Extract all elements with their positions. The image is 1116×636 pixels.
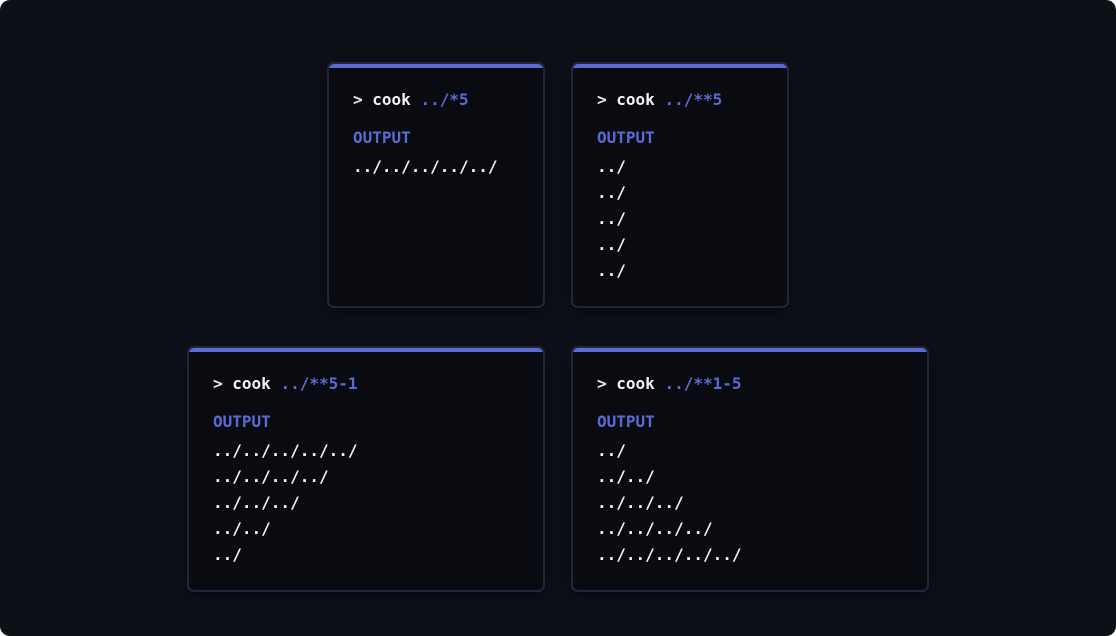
output-line: ../../../../ [597,519,713,538]
terminal-card: > cook ../*5 OUTPUT ../../../../../ [327,62,545,308]
output-line: ../../../../../ [213,441,358,460]
output-line: ../ [597,441,626,460]
command-argument: ../*5 [420,90,469,109]
output-label: OUTPUT [213,412,271,431]
terminal-card: > cook ../**1-5 OUTPUT ../ ../../ ../../… [571,346,929,592]
output-line: ../../ [213,519,271,538]
output-line: ../ [597,235,626,254]
command-argument: ../**5-1 [280,374,358,393]
output-line: ../ [597,157,626,176]
command-name: cook [616,374,655,393]
command-line: > cook ../**5 [597,90,771,110]
card-accent-bar [573,64,787,68]
terminal-examples-canvas: > cook ../*5 OUTPUT ../../../../../ > co… [0,0,1116,636]
output-line: ../../../../../ [597,545,742,564]
card-accent-bar [573,348,927,352]
command-name: cook [372,90,411,109]
card-accent-bar [189,348,543,352]
output-line: ../../../../../ [353,157,498,176]
output-lines: ../../../../../ ../../../../ ../../../ .… [213,438,527,568]
output-lines: ../ ../../ ../../../ ../../../../ ../../… [597,438,911,568]
prompt-chevron: > [597,374,607,393]
prompt-chevron: > [353,90,363,109]
command-name: cook [616,90,655,109]
output-label: OUTPUT [353,128,411,147]
output-line: ../../../ [213,493,300,512]
output-lines: ../ ../ ../ ../ ../ [597,154,771,284]
terminal-card: > cook ../**5-1 OUTPUT ../../../../../ .… [187,346,545,592]
command-name: cook [232,374,271,393]
command-line: > cook ../**1-5 [597,374,911,394]
command-argument: ../**1-5 [664,374,742,393]
output-line: ../../ [597,467,655,486]
command-line: > cook ../*5 [353,90,527,110]
command-argument: ../**5 [664,90,723,109]
output-label: OUTPUT [597,412,655,431]
output-lines: ../../../../../ [353,154,527,180]
card-accent-bar [329,64,543,68]
output-line: ../ [597,209,626,228]
output-line: ../ [597,183,626,202]
terminal-card: > cook ../**5 OUTPUT ../ ../ ../ ../ ../ [571,62,789,308]
output-line: ../ [213,545,242,564]
prompt-chevron: > [597,90,607,109]
prompt-chevron: > [213,374,223,393]
output-line: ../ [597,261,626,280]
command-line: > cook ../**5-1 [213,374,527,394]
output-line: ../../../ [597,493,684,512]
output-label: OUTPUT [597,128,655,147]
output-line: ../../../../ [213,467,329,486]
